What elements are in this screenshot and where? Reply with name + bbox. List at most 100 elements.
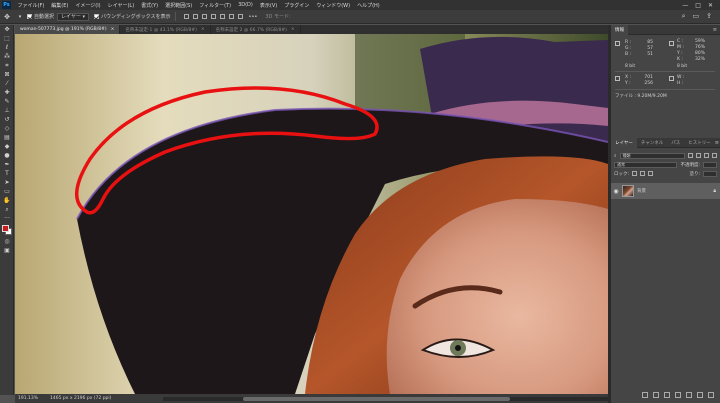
share-icon[interactable]: ⇪ — [706, 12, 712, 21]
menu-file[interactable]: ファイル(F) — [14, 2, 48, 9]
new-layer-icon[interactable] — [697, 391, 703, 398]
info-value: 32% — [694, 57, 705, 62]
blur-tool-icon[interactable]: ◆ — [0, 142, 14, 151]
distribute-icon[interactable] — [237, 14, 243, 19]
align-center-icon[interactable] — [192, 14, 198, 19]
more-options-button[interactable]: ••• — [249, 14, 258, 20]
menu-select[interactable]: 選択範囲(S) — [162, 2, 196, 9]
menu-window[interactable]: ウィンドウ(W) — [313, 2, 354, 9]
minimize-button[interactable]: — — [682, 2, 688, 9]
brush-tool-icon[interactable]: ✎ — [0, 97, 14, 106]
move-tool-icon[interactable]: ✥ — [3, 13, 11, 21]
blend-mode-dropdown[interactable]: 通常 — [614, 161, 678, 168]
opacity-field[interactable] — [703, 161, 717, 168]
menu-filter[interactable]: フィルター(T) — [196, 2, 235, 9]
auto-select-checkbox[interactable] — [27, 14, 32, 19]
lock-all-icon[interactable] — [648, 171, 654, 176]
layer-kind-filter[interactable]: 種類 — [619, 152, 685, 159]
hand-tool-icon[interactable]: ✋ — [0, 196, 14, 205]
rectangle-tool-icon[interactable]: ▭ — [0, 187, 14, 196]
zoom-tool-icon[interactable]: ⌕ — [0, 205, 14, 214]
color-swatches[interactable] — [0, 223, 14, 237]
adjustment-icon[interactable] — [675, 391, 681, 398]
document-canvas[interactable] — [15, 34, 608, 394]
filter-pixel-icon[interactable] — [688, 153, 693, 158]
layer-row-background[interactable]: ◉ 背景 🔒︎ — [611, 183, 720, 199]
quick-mask-icon[interactable]: ◎ — [0, 237, 14, 246]
tab-history[interactable]: ヒストリー — [684, 138, 715, 148]
lock-pixels-icon[interactable] — [632, 171, 638, 176]
align-top-icon[interactable] — [210, 14, 216, 19]
menu-image[interactable]: イメージ(I) — [72, 2, 104, 9]
menu-3d[interactable]: 3D(D) — [235, 2, 257, 8]
bounding-box-checkbox[interactable] — [93, 14, 99, 19]
clone-stamp-tool-icon[interactable]: ⊥ — [0, 106, 14, 115]
zoom-level[interactable]: 191.13% — [18, 396, 38, 401]
menu-plugins[interactable]: プラグイン — [281, 2, 313, 9]
tab-woman-507773[interactable]: woman-507773.jpg @ 191% (RGB/8#) × — [15, 25, 121, 34]
panel-menu-icon[interactable]: ≡ — [715, 140, 720, 146]
horizontal-scrollbar[interactable] — [163, 396, 608, 401]
tab-label: 名称未設定 2 @ 66.7% (RGB/8#) — [215, 27, 287, 33]
tab-channels[interactable]: チャンネル — [637, 138, 667, 148]
align-bottom-icon[interactable] — [228, 14, 234, 19]
link-icon[interactable] — [642, 391, 648, 398]
crop-tool-icon[interactable]: ⌗ — [0, 61, 14, 70]
layer-dropdown[interactable]: レイヤー ▾ — [57, 12, 89, 21]
folder-icon[interactable] — [686, 391, 692, 398]
tab-untitled-1[interactable]: 名称未設定-1 @ 43.1% (RGB/8#) × — [120, 25, 211, 34]
tab-layers[interactable]: レイヤー — [611, 137, 637, 148]
history-brush-tool-icon[interactable]: ↺ — [0, 115, 14, 124]
close-button[interactable]: ✕ — [708, 2, 713, 9]
screen-mode-icon[interactable]: ▣ — [0, 246, 14, 255]
mask-icon[interactable] — [664, 391, 670, 398]
tab-paths[interactable]: パス — [667, 138, 684, 148]
align-right-icon[interactable] — [201, 14, 207, 19]
lasso-tool-icon[interactable]: ℓ — [0, 43, 14, 52]
bit-depth: 8 bit — [625, 64, 636, 69]
filter-shape-icon[interactable] — [712, 153, 717, 158]
move-tool-icon[interactable]: ✥ — [0, 25, 14, 34]
menu-type[interactable]: 書式(Y) — [138, 2, 162, 9]
filter-type-icon[interactable] — [704, 153, 709, 158]
layer-name[interactable]: 背景 — [637, 188, 646, 194]
menu-view[interactable]: 表示(V) — [256, 2, 280, 9]
filter-adjust-icon[interactable] — [696, 153, 701, 158]
workspace-icon[interactable]: ▭ — [693, 12, 700, 21]
healing-brush-tool-icon[interactable]: ✚ — [0, 88, 14, 97]
lock-position-icon[interactable] — [640, 171, 646, 176]
fx-icon[interactable] — [653, 391, 659, 398]
dodge-tool-icon[interactable]: ● — [0, 151, 14, 160]
search-icon[interactable]: ⌕ — [682, 12, 686, 21]
close-icon[interactable]: × — [111, 27, 115, 32]
close-icon[interactable]: × — [201, 27, 205, 32]
fill-field[interactable] — [703, 170, 717, 177]
pen-tool-icon[interactable]: ✒ — [0, 160, 14, 169]
info-label: K : — [677, 57, 683, 62]
marquee-tool-icon[interactable]: ⬚ — [0, 34, 14, 43]
tab-untitled-2[interactable]: 名称未設定 2 @ 66.7% (RGB/8#) × — [211, 25, 301, 34]
chevron-down-icon[interactable]: ▾ — [16, 13, 24, 21]
lock-icon[interactable]: 🔒︎ — [713, 188, 716, 194]
menu-help[interactable]: ヘルプ(H) — [354, 2, 384, 9]
eraser-tool-icon[interactable]: ◇ — [0, 124, 14, 133]
menu-layer[interactable]: レイヤー(L) — [104, 2, 138, 9]
foreground-color-swatch[interactable] — [2, 225, 9, 232]
eye-icon[interactable]: ◉ — [613, 188, 619, 195]
trash-icon[interactable] — [708, 391, 714, 398]
tab-info[interactable]: 情報 — [611, 24, 628, 35]
close-icon[interactable]: × — [291, 27, 295, 32]
panel-menu-icon[interactable]: ≡ — [713, 27, 720, 33]
frame-tool-icon[interactable]: ⊠ — [0, 70, 14, 79]
more-tools-icon[interactable]: ··· — [0, 214, 14, 223]
path-selection-tool-icon[interactable]: ➤ — [0, 178, 14, 187]
scrollbar-thumb[interactable] — [243, 396, 511, 401]
maximize-button[interactable]: □ — [695, 2, 701, 9]
menu-edit[interactable]: 編集(E) — [48, 2, 72, 9]
eyedropper-tool-icon[interactable]: ⁄ — [0, 79, 14, 88]
align-middle-icon[interactable] — [219, 14, 225, 19]
magic-wand-tool-icon[interactable]: ⁂ — [0, 52, 14, 61]
type-tool-icon[interactable]: T — [0, 169, 14, 178]
gradient-tool-icon[interactable]: ▤ — [0, 133, 14, 142]
align-left-icon[interactable] — [183, 14, 189, 19]
